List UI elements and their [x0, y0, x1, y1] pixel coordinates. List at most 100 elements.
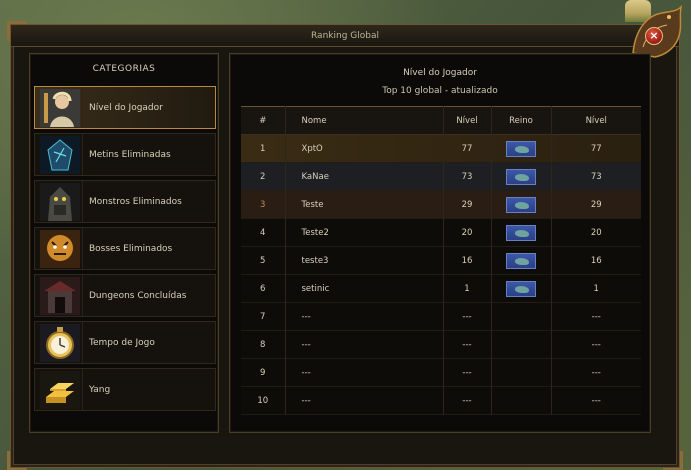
table-row[interactable]: 2 KaNae 73 73 [241, 162, 641, 191]
player-name: --- [285, 358, 444, 387]
column-header-level-2: Nível [585, 115, 607, 126]
rank-position: 10 [241, 386, 286, 415]
player-kingdom [491, 134, 552, 163]
table-row[interactable]: 7 --- --- --- [241, 302, 641, 331]
player-name: teste3 [285, 246, 444, 275]
player-level-2: --- [591, 395, 601, 406]
window-titlebar[interactable]: Ranking Global [11, 25, 679, 47]
sidebar-item-tempo-de-jogo[interactable]: Tempo de Jogo [34, 321, 216, 364]
player-portrait-icon [37, 87, 83, 128]
player-name: --- [285, 386, 444, 415]
frame-corner [663, 451, 683, 470]
rank-position: 2 [241, 162, 286, 191]
tiger-boss-icon [37, 228, 83, 269]
ranking-subtitle: Top 10 global - atualizado [382, 86, 498, 96]
sidebar-item-yang[interactable]: Yang [34, 368, 216, 411]
player-kingdom [491, 330, 552, 359]
player-level-2: 20 [590, 227, 602, 238]
sidebar-item-bosses-eliminados[interactable]: Bosses Eliminados [34, 227, 216, 270]
ranking-table: # Nome Nível Reino Nível 1 XptO 77 77 2 KaNae… [241, 106, 641, 415]
player-level: --- [443, 302, 492, 331]
close-button[interactable]: × [645, 27, 663, 45]
player-level: 1 [443, 274, 492, 303]
player-level-2: 29 [590, 199, 602, 210]
table-row[interactable]: 5 teste3 16 16 [241, 246, 641, 275]
frame-corner [7, 451, 27, 470]
table-row[interactable]: 9 --- --- --- [241, 358, 641, 387]
sidebar-item-label: Tempo de Jogo [89, 337, 155, 348]
player-level: --- [443, 386, 492, 415]
sidebar-item-label: Dungeons Concluídas [89, 290, 187, 301]
table-row[interactable]: 10 --- --- --- [241, 386, 641, 415]
categories-title: CATEGORIAS [92, 64, 156, 74]
ranking-panel: Nível do Jogador Top 10 global - atualiz… [229, 53, 651, 433]
kingdom-flag-icon [506, 196, 536, 213]
sidebar-item-label: Metins Eliminadas [89, 149, 171, 160]
player-level: 73 [443, 162, 492, 191]
player-kingdom [491, 246, 552, 275]
sidebar-item-dungeons-conclu-das[interactable]: Dungeons Concluídas [34, 274, 216, 317]
rank-position: 6 [241, 274, 286, 303]
ranking-title: Nível do Jogador [403, 68, 477, 78]
player-name: KaNae [285, 162, 444, 191]
sidebar-item-label: Monstros Eliminados [89, 196, 182, 207]
player-name: --- [285, 330, 444, 359]
ranking-window: Ranking Global × CATEGORIAS Nível do Jog… [7, 4, 683, 470]
column-header-name: Nome [285, 106, 444, 135]
ranking-rows: 1 XptO 77 77 2 KaNae 73 73 3 Teste 29 29 4 Teste2 20 20… [241, 134, 641, 415]
player-kingdom [491, 162, 552, 191]
player-level: 77 [443, 134, 492, 163]
sidebar-item-label: Yang [89, 384, 111, 395]
kingdom-flag-icon [506, 280, 536, 297]
player-name: XptO [285, 134, 444, 163]
player-level-2: --- [591, 367, 601, 378]
monster-icon [37, 181, 83, 222]
kingdom-flag-icon [506, 168, 536, 185]
player-level-2: --- [591, 339, 601, 350]
table-row[interactable]: 6 setinic 1 1 [241, 274, 641, 303]
rank-position: 1 [241, 134, 286, 163]
player-name: setinic [285, 274, 444, 303]
category-list: Nível do Jogador Metins Eliminadas Monstro… [34, 86, 216, 415]
player-kingdom [491, 218, 552, 247]
player-kingdom [491, 274, 552, 303]
player-level-2: 16 [590, 255, 602, 266]
player-level: 20 [443, 218, 492, 247]
rank-position: 4 [241, 218, 286, 247]
player-level: 29 [443, 190, 492, 219]
sidebar-item-label: Nível do Jogador [89, 102, 163, 113]
kingdom-flag-icon [506, 140, 536, 157]
player-name: --- [285, 302, 444, 331]
window-title: Ranking Global [311, 31, 379, 41]
player-level-2: --- [591, 311, 601, 322]
dungeon-gate-icon [37, 275, 83, 316]
rank-position: 5 [241, 246, 286, 275]
categories-panel: CATEGORIAS Nível do Jogador Metins Elimin… [29, 53, 219, 433]
sidebar-item-monstros-eliminados[interactable]: Monstros Eliminados [34, 180, 216, 223]
kingdom-flag-icon [506, 224, 536, 241]
player-kingdom [491, 190, 552, 219]
player-level-2: 73 [590, 171, 602, 182]
pocket-watch-icon [37, 322, 83, 363]
gold-bars-icon [37, 369, 83, 410]
sidebar-item-label: Bosses Eliminados [89, 243, 173, 254]
rank-position: 8 [241, 330, 286, 359]
rank-position: 9 [241, 358, 286, 387]
player-level: --- [443, 330, 492, 359]
sidebar-item-metins-eliminadas[interactable]: Metins Eliminadas [34, 133, 216, 176]
metin-stone-icon [37, 134, 83, 175]
table-row[interactable]: 3 Teste 29 29 [241, 190, 641, 219]
column-header-kingdom: Reino [491, 106, 552, 135]
rank-position: 7 [241, 302, 286, 331]
player-kingdom [491, 386, 552, 415]
player-level-2: 77 [590, 143, 602, 154]
rank-position: 3 [241, 190, 286, 219]
sidebar-item-n-vel-do-jogador[interactable]: Nível do Jogador [34, 86, 216, 129]
kingdom-flag-icon [506, 252, 536, 269]
player-level-2: 1 [593, 283, 599, 294]
table-row[interactable]: 8 --- --- --- [241, 330, 641, 359]
player-level: 16 [443, 246, 492, 275]
table-row[interactable]: 4 Teste2 20 20 [241, 218, 641, 247]
table-row[interactable]: 1 XptO 77 77 [241, 134, 641, 163]
player-level: --- [443, 358, 492, 387]
